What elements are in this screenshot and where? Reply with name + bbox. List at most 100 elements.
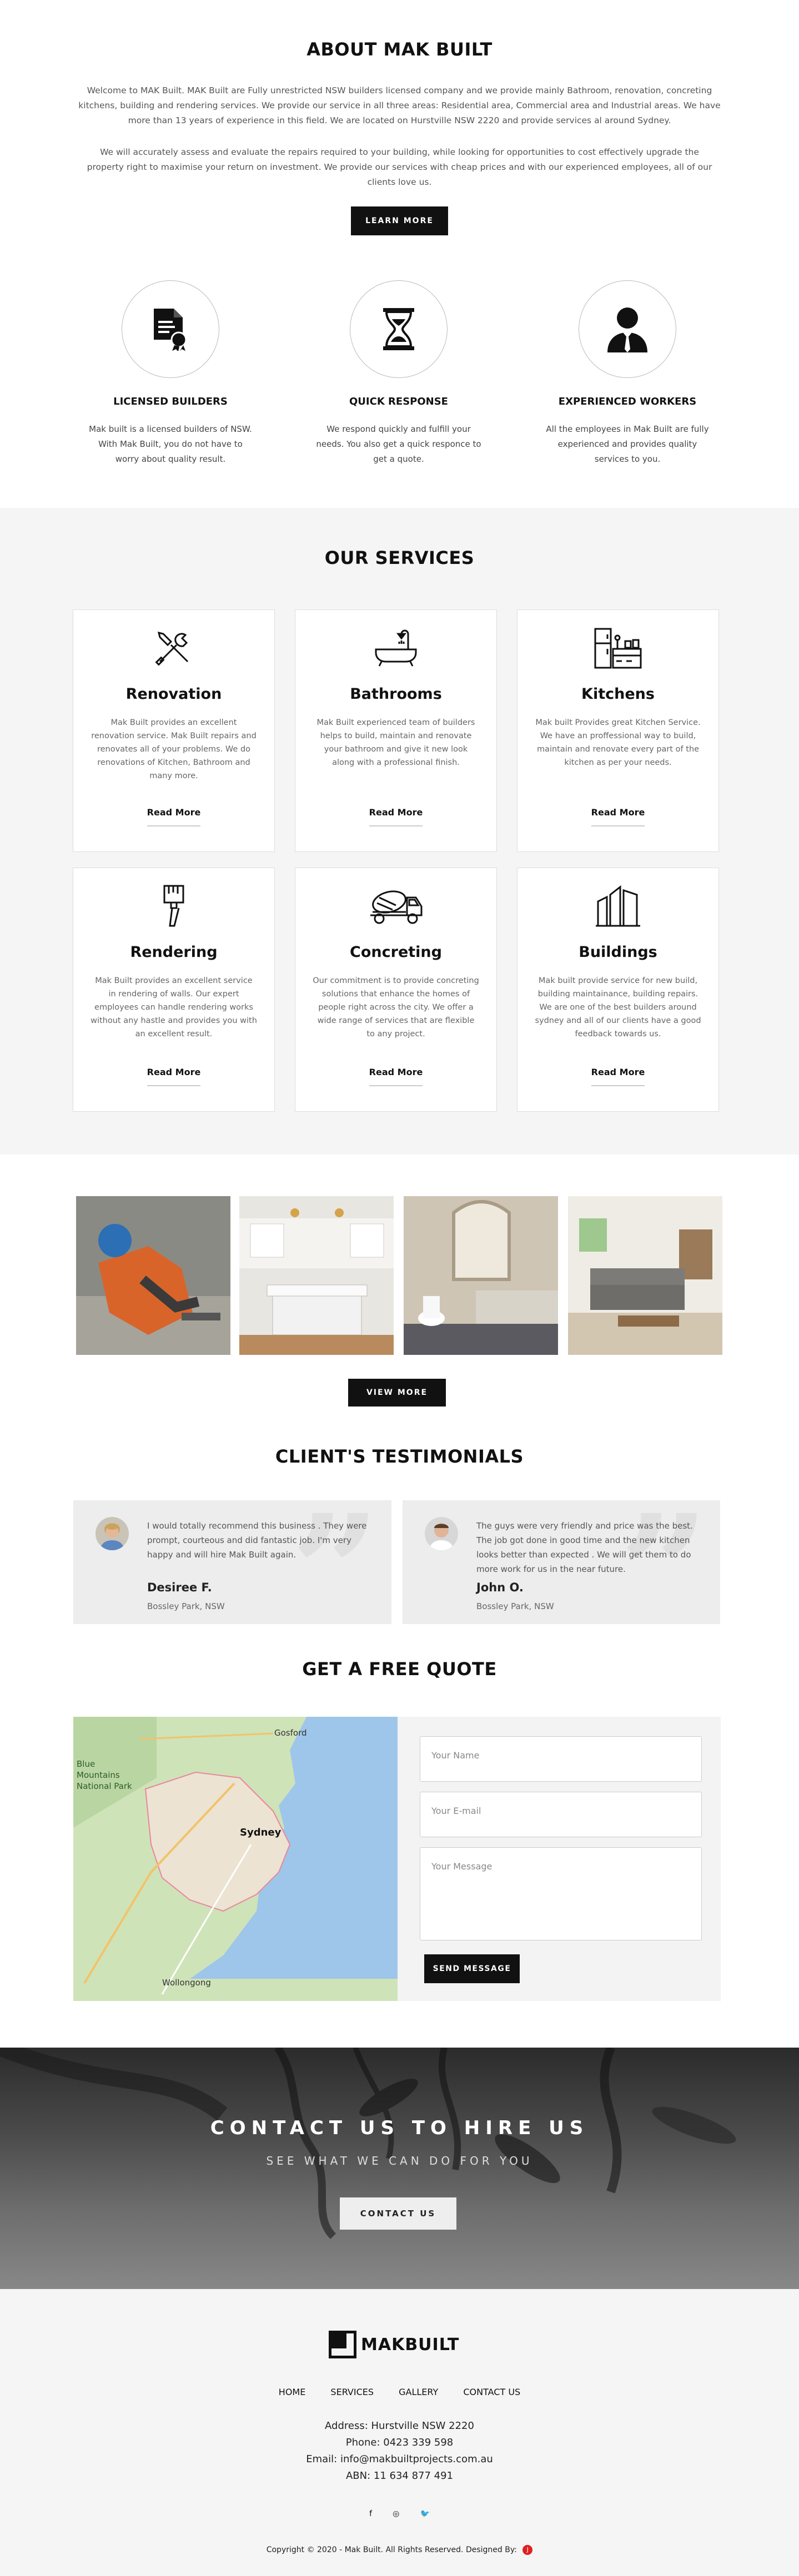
- testimonial-text: I would totally recommend this business …: [147, 1521, 367, 1560]
- testimonial-name: John O.: [476, 1581, 524, 1594]
- service-text: Mak built Provides great Kitchen Service…: [535, 718, 701, 767]
- send-message-button[interactable]: SEND MESSAGE: [424, 1954, 520, 1983]
- service-title: Rendering: [130, 944, 218, 961]
- testimonial-location: Bossley Park, NSW: [476, 1601, 554, 1611]
- map-label: Sydney: [240, 1827, 282, 1838]
- designer-logo-icon[interactable]: J: [522, 2545, 533, 2555]
- service-text: Mak Built provides an excellent renovati…: [91, 718, 257, 780]
- avatar: [96, 1517, 129, 1550]
- feature-quick-response: QUICK RESPONSE We respond quickly and fu…: [307, 280, 490, 467]
- footer-nav-gallery[interactable]: GALLERY: [399, 2387, 438, 2397]
- about-title: ABOUT MAK BUILT: [306, 39, 493, 60]
- read-more-link[interactable]: Read More: [147, 1067, 201, 1086]
- view-more-button[interactable]: VIEW MORE: [348, 1379, 446, 1407]
- map-label: Blue Mountains National Park: [77, 1759, 132, 1791]
- feature-text: All the employees in Mak Built are fully…: [546, 424, 709, 464]
- footer-phone: Phone: 0423 339 598: [345, 2437, 454, 2448]
- hourglass-icon: [350, 280, 448, 378]
- copyright: Copyright © 2020 - Mak Built. All Rights…: [0, 2545, 799, 2555]
- read-more-link[interactable]: Read More: [591, 1067, 645, 1086]
- testimonial-location: Bossley Park, NSW: [147, 1601, 225, 1611]
- about-paragraph-1: Welcome to MAK Built. MAK Built are Full…: [78, 85, 721, 125]
- message-field[interactable]: Your Message: [420, 1847, 702, 1940]
- testimonial-card: ” I would totally recommend this busines…: [73, 1500, 391, 1624]
- contact-us-button[interactable]: CONTACT US: [340, 2197, 456, 2230]
- name-field[interactable]: Your Name: [420, 1736, 702, 1782]
- footer-logo[interactable]: MAKBUILT: [329, 2331, 459, 2358]
- services-section: OUR SERVICES Renovation Mak Built provid…: [0, 508, 799, 1155]
- kitchen-photo[interactable]: [239, 1196, 394, 1355]
- service-title: Concreting: [350, 944, 442, 961]
- feature-title: LICENSED BUILDERS: [113, 396, 228, 407]
- service-card-concreting[interactable]: Concreting Our commitment is to provide …: [295, 868, 497, 1112]
- service-card-renovation[interactable]: Renovation Mak Built provides an excelle…: [73, 609, 275, 852]
- service-card-rendering[interactable]: Rendering Mak Built provides an excellen…: [73, 868, 275, 1112]
- footer: MAKBUILT HOME SERVICES GALLERY CONTACT U…: [0, 2289, 799, 2576]
- certificate-icon: [122, 280, 219, 378]
- about-section: ABOUT MAK BUILT Welcome to MAK Built. MA…: [0, 0, 799, 508]
- concrete-truck-icon: [295, 884, 496, 928]
- worker-photo[interactable]: [76, 1196, 230, 1355]
- service-title: Buildings: [579, 944, 657, 961]
- contact-banner-title: CONTACT US TO HIRE US: [210, 2117, 589, 2139]
- footer-nav: HOME SERVICES GALLERY CONTACT US: [0, 2387, 799, 2397]
- footer-address: Address: Hurstville NSW 2220: [325, 2420, 474, 2432]
- logo-icon: [329, 2331, 356, 2358]
- service-card-bathrooms[interactable]: Bathrooms Mak Built experienced team of …: [295, 609, 497, 852]
- copyright-text: Copyright © 2020 - Mak Built. All Rights…: [266, 2545, 517, 2554]
- map[interactable]: Gosford Blue Mountains National Park Syd…: [73, 1717, 398, 2001]
- instagram-icon[interactable]: ◎: [393, 2509, 399, 2518]
- feature-licensed: LICENSED BUILDERS Mak built is a license…: [79, 280, 262, 467]
- service-text: Our commitment is to provide concreting …: [313, 976, 479, 1039]
- footer-abn: ABN: 11 634 877 491: [345, 2470, 454, 2482]
- contact-banner: CONTACT US TO HIRE US SEE WHAT WE CAN DO…: [0, 2048, 799, 2289]
- trowel-icon: [73, 884, 274, 928]
- contact-banner-subtitle: SEE WHAT WE CAN DO FOR YOU: [266, 2154, 533, 2167]
- email-field[interactable]: Your E-mail: [420, 1792, 702, 1837]
- bathroom-photo[interactable]: [404, 1196, 558, 1355]
- service-card-buildings[interactable]: Buildings Mak built provide service for …: [517, 868, 719, 1112]
- footer-contact-info: Address: Hurstville NSW 2220 Phone: 0423…: [0, 2418, 799, 2484]
- feature-title: QUICK RESPONSE: [349, 396, 448, 407]
- service-title: Kitchens: [581, 685, 655, 703]
- footer-nav-home[interactable]: HOME: [279, 2387, 306, 2397]
- feature-experienced-workers: EXPERIENCED WORKERS All the employees in…: [536, 280, 719, 467]
- logo-text: MAKBUILT: [361, 2335, 460, 2355]
- bathtub-icon: [295, 626, 496, 670]
- twitter-icon[interactable]: 🐦: [420, 2509, 429, 2518]
- quote-title: GET A FREE QUOTE: [302, 1658, 497, 1680]
- read-more-link[interactable]: Read More: [591, 807, 645, 826]
- service-text: Mak Built provides an excellent service …: [91, 976, 257, 1039]
- read-more-link[interactable]: Read More: [369, 807, 423, 826]
- footer-nav-contact[interactable]: CONTACT US: [463, 2387, 520, 2397]
- services-title: OUR SERVICES: [324, 547, 475, 568]
- service-text: Mak Built experienced team of builders h…: [316, 718, 475, 767]
- testimonials-title: CLIENT'S TESTIMONIALS: [275, 1446, 524, 1467]
- service-card-kitchens[interactable]: Kitchens Mak built Provides great Kitche…: [517, 609, 719, 852]
- learn-more-button[interactable]: LEARN MORE: [351, 206, 448, 235]
- service-text: Mak built provide service for new build,…: [535, 976, 701, 1039]
- quote-form: Your Name Your E-mail Your Message SEND …: [398, 1717, 721, 2001]
- map-label: Gosford: [274, 1728, 307, 1738]
- gallery-section: VIEW MORE CLIENT'S TESTIMONIALS ” I woul…: [0, 1155, 799, 1624]
- testimonial-name: Desiree F.: [147, 1581, 212, 1594]
- avatar: [425, 1517, 458, 1550]
- living-room-photo[interactable]: [568, 1196, 722, 1355]
- read-more-link[interactable]: Read More: [147, 807, 201, 826]
- feature-text: Mak built is a licensed builders of NSW.…: [89, 424, 252, 464]
- tools-icon: [73, 626, 274, 670]
- buildings-icon: [517, 884, 718, 928]
- footer-email[interactable]: Email: info@makbuiltprojects.com.au: [0, 2451, 799, 2468]
- map-label: Wollongong: [162, 1978, 211, 1988]
- feature-title: EXPERIENCED WORKERS: [558, 396, 697, 407]
- service-title: Renovation: [125, 685, 222, 703]
- social-links: f ◎ 🐦: [0, 2508, 799, 2518]
- testimonial-text: The guys were very friendly and price wa…: [476, 1521, 693, 1574]
- service-title: Bathrooms: [350, 685, 442, 703]
- footer-nav-services[interactable]: SERVICES: [330, 2387, 374, 2397]
- kitchen-icon: [517, 626, 718, 670]
- feature-text: We respond quickly and fulfill your need…: [316, 424, 481, 464]
- read-more-link[interactable]: Read More: [369, 1067, 423, 1086]
- facebook-icon[interactable]: f: [369, 2509, 372, 2518]
- about-paragraph-2: We will accurately assess and evaluate t…: [87, 147, 712, 187]
